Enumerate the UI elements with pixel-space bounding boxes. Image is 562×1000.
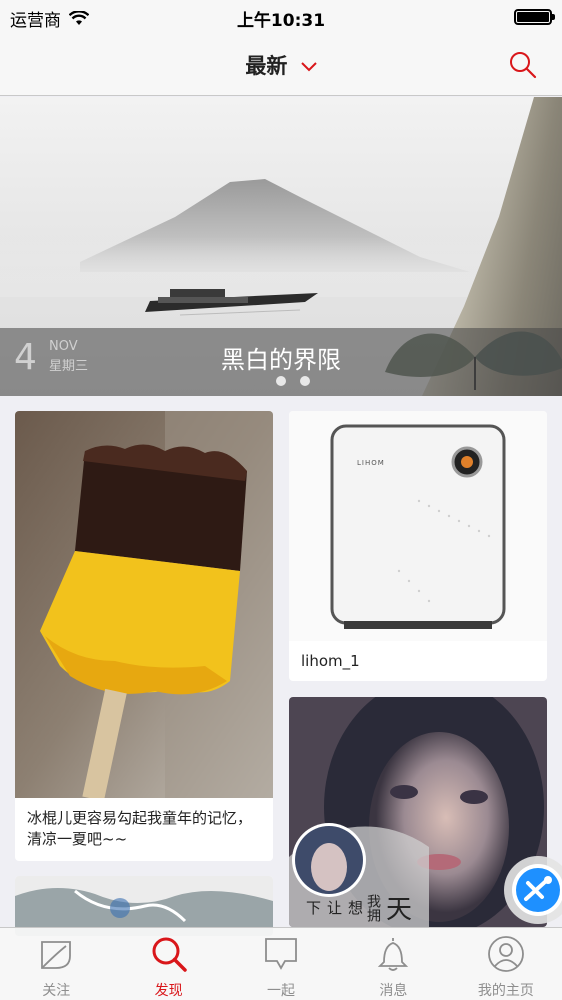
portrait-overlay-text: 想让下 — [304, 900, 364, 915]
page-dot-active[interactable] — [276, 376, 286, 386]
featured-banner[interactable]: 4 NOV 星期三 黑白的界限 — [0, 97, 562, 396]
card-caption: lihom_1 — [301, 652, 360, 670]
tab-label: 我的主页 — [477, 983, 534, 999]
floating-tool-button[interactable] — [496, 855, 562, 925]
portrait-overlay-text: 我拥 — [365, 894, 381, 922]
chat-bubble-icon — [265, 938, 297, 970]
tab-discover[interactable]: 发现 — [112, 928, 224, 1000]
status-bar: 运营商 上午10:31 — [0, 0, 562, 40]
tab-label: 关注 — [42, 983, 71, 999]
navigation-bar: 最新 — [0, 40, 562, 96]
tab-label: 消息 — [379, 983, 408, 999]
product-brand-text: LIHOM — [357, 459, 385, 467]
leaf-icon — [41, 941, 72, 969]
nav-title-label: 最新 — [245, 54, 288, 78]
banner-title: 黑白的界限 — [221, 346, 341, 374]
battery-icon — [514, 9, 555, 25]
page-dot[interactable] — [252, 376, 262, 386]
feed-card-popsicle[interactable]: 冰棍儿更容易勾起我童年的记忆，清凉一夏吧~~ — [15, 411, 273, 861]
feed-card-product[interactable]: LIHOM lihom_1 — [289, 411, 547, 681]
card-caption: 冰棍儿更容易勾起我童年的记忆，清凉一夏吧~~ — [27, 809, 253, 848]
user-icon — [487, 936, 524, 972]
tab-label: 一起 — [267, 983, 296, 999]
tab-messages[interactable]: 消息 — [337, 928, 449, 1000]
bell-icon — [378, 938, 409, 971]
bottom-tab-bar: 关注 发现 一起 消息 我的主页 — [0, 927, 562, 1000]
search-icon[interactable] — [508, 50, 538, 80]
tab-together[interactable]: 一起 — [225, 928, 337, 1000]
popsicle-photo — [15, 411, 273, 798]
page-dot[interactable] — [300, 376, 310, 386]
chevron-down-icon — [300, 62, 317, 72]
air-purifier-photo — [289, 411, 547, 641]
status-time: 上午10:31 — [236, 11, 326, 31]
feed-filter-dropdown[interactable]: 最新 — [0, 50, 562, 80]
tab-my-profile[interactable]: 我的主页 — [450, 928, 562, 1000]
tab-label: 发现 — [154, 983, 183, 999]
tab-follow[interactable]: 关注 — [0, 928, 112, 1000]
banner-page-indicator[interactable] — [252, 376, 310, 386]
search-icon — [152, 937, 187, 972]
portrait-overlay-text: 天 — [386, 895, 413, 925]
